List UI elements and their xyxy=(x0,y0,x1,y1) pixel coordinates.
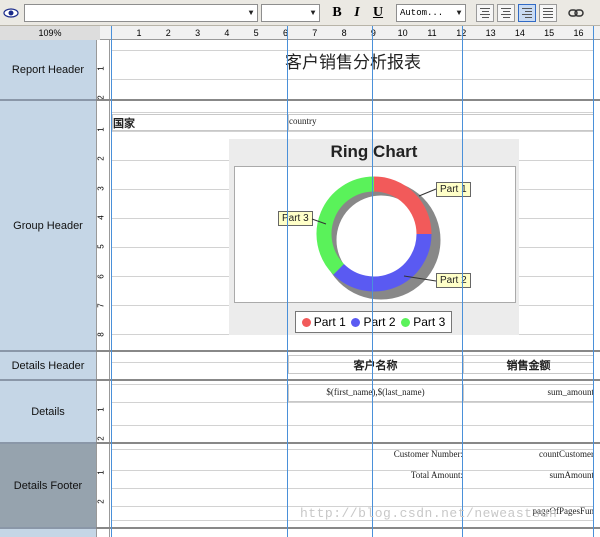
guide-line[interactable] xyxy=(372,26,373,537)
ruler-tick: 8 xyxy=(96,332,106,337)
ruler-tick: 3 xyxy=(96,185,106,191)
ruler-tick: 2 xyxy=(165,28,171,38)
callout-part-1: Part 1 xyxy=(436,182,471,197)
ruler-tick: 5 xyxy=(96,244,106,249)
name-field: $(first_name),$(last_name) xyxy=(326,387,425,397)
grid-line xyxy=(111,425,594,426)
vertical-ruler: 12 xyxy=(96,40,110,101)
ruler-tick: 1 xyxy=(96,127,106,132)
customer-name-header: 客户名称 xyxy=(353,359,398,372)
band-details-header[interactable]: Details Header xyxy=(0,352,96,381)
band-separator[interactable] xyxy=(96,379,600,381)
country-field: country xyxy=(289,116,317,126)
total-amount-field[interactable]: sumAmount xyxy=(463,470,594,480)
callout-part-2: Part 2 xyxy=(436,273,471,288)
font-family-select[interactable]: ▼ xyxy=(24,4,258,22)
country-field-box[interactable] xyxy=(288,114,594,131)
chevron-down-icon: ▼ xyxy=(456,8,462,18)
link-icon[interactable] xyxy=(566,4,586,22)
zoom-level[interactable]: 109% xyxy=(0,26,100,40)
band-group-header[interactable]: Group Header xyxy=(0,101,96,352)
band-separator[interactable] xyxy=(96,350,600,352)
ruler-tick: 1 xyxy=(136,28,142,38)
ruler-tick: 4 xyxy=(96,215,106,220)
amount-field: sum_amount xyxy=(547,387,595,397)
ruler-tick: 6 xyxy=(96,273,106,279)
vertical-ruler: 12 xyxy=(96,381,110,444)
ruler-tick: 13 xyxy=(485,28,496,38)
ruler-tick: 5 xyxy=(253,28,259,38)
ruler-tick: 11 xyxy=(427,28,437,38)
align-justify-button[interactable] xyxy=(539,4,557,22)
guide-line[interactable] xyxy=(111,26,112,537)
band-separator[interactable] xyxy=(96,442,600,444)
ruler-tick: 14 xyxy=(514,28,525,38)
align-right-button[interactable] xyxy=(518,4,536,22)
italic-button[interactable]: I xyxy=(348,4,366,22)
color-select-value: Autom... xyxy=(400,8,444,18)
grid-line xyxy=(111,79,594,80)
ruler-tick: 10 xyxy=(397,28,408,38)
chevron-down-icon: ▼ xyxy=(248,8,254,18)
sales-amount-header: 销售金额 xyxy=(506,359,551,372)
ring-segment-part-1 xyxy=(373,176,432,235)
horizontal-ruler: 109% 12345678910111213141516 xyxy=(0,26,600,40)
legend-item-part-3: Part 3 xyxy=(401,315,445,329)
ring-svg xyxy=(316,176,441,300)
grid-line xyxy=(111,488,594,489)
band-report-header[interactable]: Report Header xyxy=(0,40,96,101)
grid-line xyxy=(111,402,594,403)
ruler-tick: 16 xyxy=(573,28,584,38)
ruler-tick: 7 xyxy=(312,28,318,38)
band-details-footer[interactable]: Details Footer xyxy=(0,444,96,529)
guide-line[interactable] xyxy=(593,26,594,537)
watermark: http://blog.csdn.net/neweastsun xyxy=(300,506,558,521)
chevron-down-icon: ▼ xyxy=(310,8,316,18)
customer-number-label[interactable]: Customer Number: xyxy=(373,449,463,459)
ruler-tick: 8 xyxy=(341,28,347,38)
grid-line xyxy=(111,112,594,113)
country-label: 国家 xyxy=(113,117,135,130)
ruler-tick: 3 xyxy=(195,28,201,38)
ruler-tick: 1 xyxy=(96,470,106,475)
ruler-tick: 7 xyxy=(96,303,106,308)
vertical-ruler: 12 xyxy=(96,444,110,537)
ruler-tick: 2 xyxy=(96,156,106,162)
ruler-tick: 15 xyxy=(544,28,555,38)
band-separator[interactable] xyxy=(96,527,600,529)
align-left-button[interactable] xyxy=(476,4,494,22)
ruler-tick: 2 xyxy=(96,436,106,442)
band-details[interactable]: Details xyxy=(0,381,96,444)
vertical-ruler: 1 2 3 4 5 6 7 8 xyxy=(96,101,110,352)
legend-item-part-2: Part 2 xyxy=(351,315,396,329)
ruler-tick: 1 xyxy=(96,407,106,412)
guide-line[interactable] xyxy=(462,26,463,537)
customer-number-field[interactable]: countCustomer xyxy=(463,449,594,459)
legend-item-part-1: Part 1 xyxy=(301,315,346,329)
band-separator[interactable] xyxy=(96,99,600,101)
report-title[interactable]: 客户销售分析报表 xyxy=(112,48,594,73)
underline-button[interactable]: U xyxy=(369,4,387,22)
chart-legend: Part 1 Part 2 Part 3 xyxy=(295,311,452,333)
ruler-tick: 4 xyxy=(224,28,230,38)
total-amount-label[interactable]: Total Amount: xyxy=(373,470,463,480)
grid-line xyxy=(111,131,594,132)
format-toolbar: ▼ ▼ B I U Autom... ▼ xyxy=(0,0,600,26)
callout-part-3: Part 3 xyxy=(278,211,313,226)
band-bottom xyxy=(0,529,96,537)
bold-button[interactable]: B xyxy=(328,4,346,22)
font-size-select[interactable]: ▼ xyxy=(261,4,320,22)
align-center-button[interactable] xyxy=(497,4,515,22)
ring-segment-part-2 xyxy=(333,233,432,292)
ruler-tick: 2 xyxy=(96,499,106,505)
ruler-tick: 1 xyxy=(96,66,106,71)
vertical-ruler xyxy=(96,352,110,381)
guide-line[interactable] xyxy=(287,26,288,537)
country-label-box[interactable] xyxy=(112,114,288,131)
eye-icon[interactable] xyxy=(2,4,20,22)
chart-title: Ring Chart xyxy=(330,142,418,161)
color-select[interactable]: Autom... ▼ xyxy=(396,4,466,22)
